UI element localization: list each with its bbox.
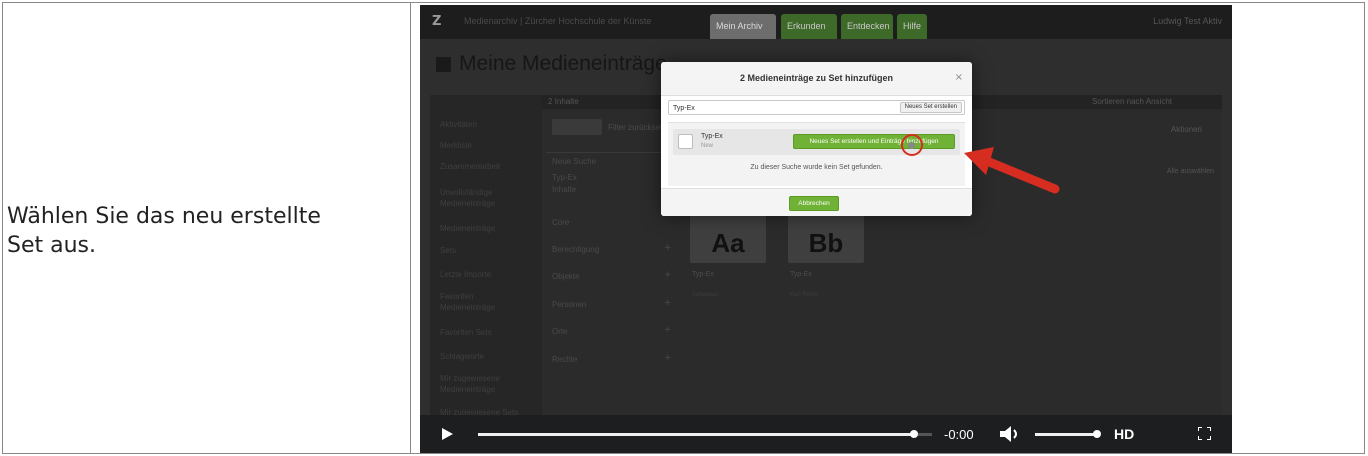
app-topbar-title: Medienarchiv | Zürcher Hochschule der Kü… [464,16,652,26]
annotation-arrow-icon [964,147,1060,194]
expand-icon[interactable]: + [664,353,672,363]
add-to-set-modal: 2 Medieneinträge zu Set hinzufügen × Neu… [661,62,972,216]
filter-button[interactable] [552,119,602,135]
time-remaining: -0:00 [944,427,974,442]
volume-icon[interactable] [1000,426,1020,442]
play-icon[interactable] [442,428,453,440]
instruction-text: Wählen Sie das neu erstellte Set aus. [7,202,321,260]
expand-icon[interactable]: + [664,325,672,335]
media-entries-icon [436,56,451,72]
sidebar-item[interactable]: Aktivitäten [430,119,487,130]
tab-mein-archiv[interactable]: Mein Archiv [710,14,776,39]
thumbnail-title[interactable]: Typ-Ex [790,271,812,278]
facet-item[interactable]: Orte [552,327,568,336]
sidebar-item[interactable]: Letzte Importe [430,269,501,280]
thumbnail-glyph: Bb [808,228,844,258]
thumbnail-author: Karl Ronie [790,292,819,298]
set-results-panel: Typ-Ex New Neues Set erstellen und Eintr… [668,122,965,186]
volume-handle[interactable] [1093,430,1101,438]
set-name: Typ-Ex [701,133,723,140]
set-status: New [701,143,714,149]
facet-item[interactable]: Berechtigung [552,245,599,254]
instruction-line-2: Set aus. [7,233,96,258]
set-search-input[interactable] [673,103,873,113]
app-user-name[interactable]: Ludwig Test Aktiv [1153,16,1222,26]
fullscreen-icon[interactable] [1198,427,1211,440]
app-logo: Z [432,14,442,29]
sidebar-item[interactable]: Unvollständige Medieneinträge [430,187,520,209]
expand-icon[interactable]: + [664,270,672,280]
new-set-button[interactable]: Neues Set erstellen [899,102,962,113]
hd-toggle[interactable]: HD [1114,426,1134,442]
content-count: 2 Inhalte [548,97,579,106]
tab-entdecken[interactable]: Entdecken [841,14,893,39]
sidebar-item[interactable]: Mir zugewiesene Medieneinträge [430,373,520,395]
modal-title: 2 Medieneinträge zu Set hinzufügen [739,73,893,83]
set-search-row: Neues Set erstellen [668,100,965,115]
facet-item[interactable]: Inhalte [552,185,576,194]
progress-bar[interactable] [478,430,932,438]
tab-hilfe[interactable]: Hilfe [897,14,927,39]
facet-search-value[interactable]: Typ-Ex [552,173,577,182]
facet-item[interactable]: Personen [552,300,586,309]
instruction-table: Wählen Sie das neu erstellte Set aus. Z … [2,2,1365,454]
expand-icon[interactable]: + [664,243,672,253]
facet-item[interactable]: Core [552,218,569,227]
tab-erkunden[interactable]: Erkunden [781,14,837,39]
page-title: Meine Medieneinträge [459,52,667,75]
sidebar-item[interactable]: Merkliste [430,140,482,151]
cancel-button[interactable]: Abbrechen [789,196,839,211]
select-all-label[interactable]: Alle auswählen [1167,168,1214,175]
page-title-wrap: Meine Medieneinträge [436,52,667,76]
sidebar-item[interactable]: Zusammenarbeit [430,161,510,172]
sidebar-item[interactable]: Sets [430,245,466,256]
player-controls: -0:00 HD [420,415,1232,453]
modal-header: 2 Medieneinträge zu Set hinzufügen × [661,62,972,96]
sidebar-item[interactable]: Favoriten Sets [430,327,502,338]
facet-item[interactable]: Rechte [552,355,577,364]
mouse-cursor-icon [908,142,915,149]
facet-heading: Neue Suche [552,157,597,166]
close-icon[interactable]: × [955,72,963,83]
expand-icon[interactable]: + [664,298,672,308]
thumbnail-author: Sebastian [692,292,719,298]
thumbnail-title[interactable]: Typ-Ex [692,271,714,278]
set-checkbox[interactable] [678,134,693,149]
no-set-found-message: Zu dieser Suche wurde kein Set gefunden. [750,164,883,171]
instruction-line-1: Wählen Sie das neu erstellte [7,204,321,229]
facet-item[interactable]: Objekte [552,272,580,281]
instruction-cell: Wählen Sie das neu erstellte Set aus. [3,3,411,453]
sidebar-item[interactable]: Medieneinträge [430,223,505,234]
facet-divider [546,152,674,153]
sidebar-item[interactable]: Schlagworte [430,351,494,362]
video-player[interactable]: Z Medienarchiv | Zürcher Hochschule der … [420,5,1232,453]
sort-view-label[interactable]: Sortieren nach Ansicht [1092,97,1172,106]
thumbnail-glyph: Aa [711,228,745,258]
progress-fill [478,433,914,436]
create-set-and-add-button[interactable]: Neues Set erstellen und Einträge hinzufü… [793,134,955,149]
modal-footer: Abbrechen [661,188,972,216]
volume-slider[interactable] [1035,430,1101,438]
volume-fill [1035,433,1097,436]
sidebar-item[interactable]: Favoriten Medieneinträge [430,291,520,313]
progress-handle[interactable] [909,430,918,438]
screenshot-cell: Z Medienarchiv | Zürcher Hochschule der … [411,3,1364,453]
actions-menu[interactable]: Aktionen [1171,125,1202,134]
app-topbar: Z Medienarchiv | Zürcher Hochschule der … [420,5,1232,39]
app-sidebar: Aktivitäten Merkliste Zusammenarbeit Unv… [430,95,542,425]
